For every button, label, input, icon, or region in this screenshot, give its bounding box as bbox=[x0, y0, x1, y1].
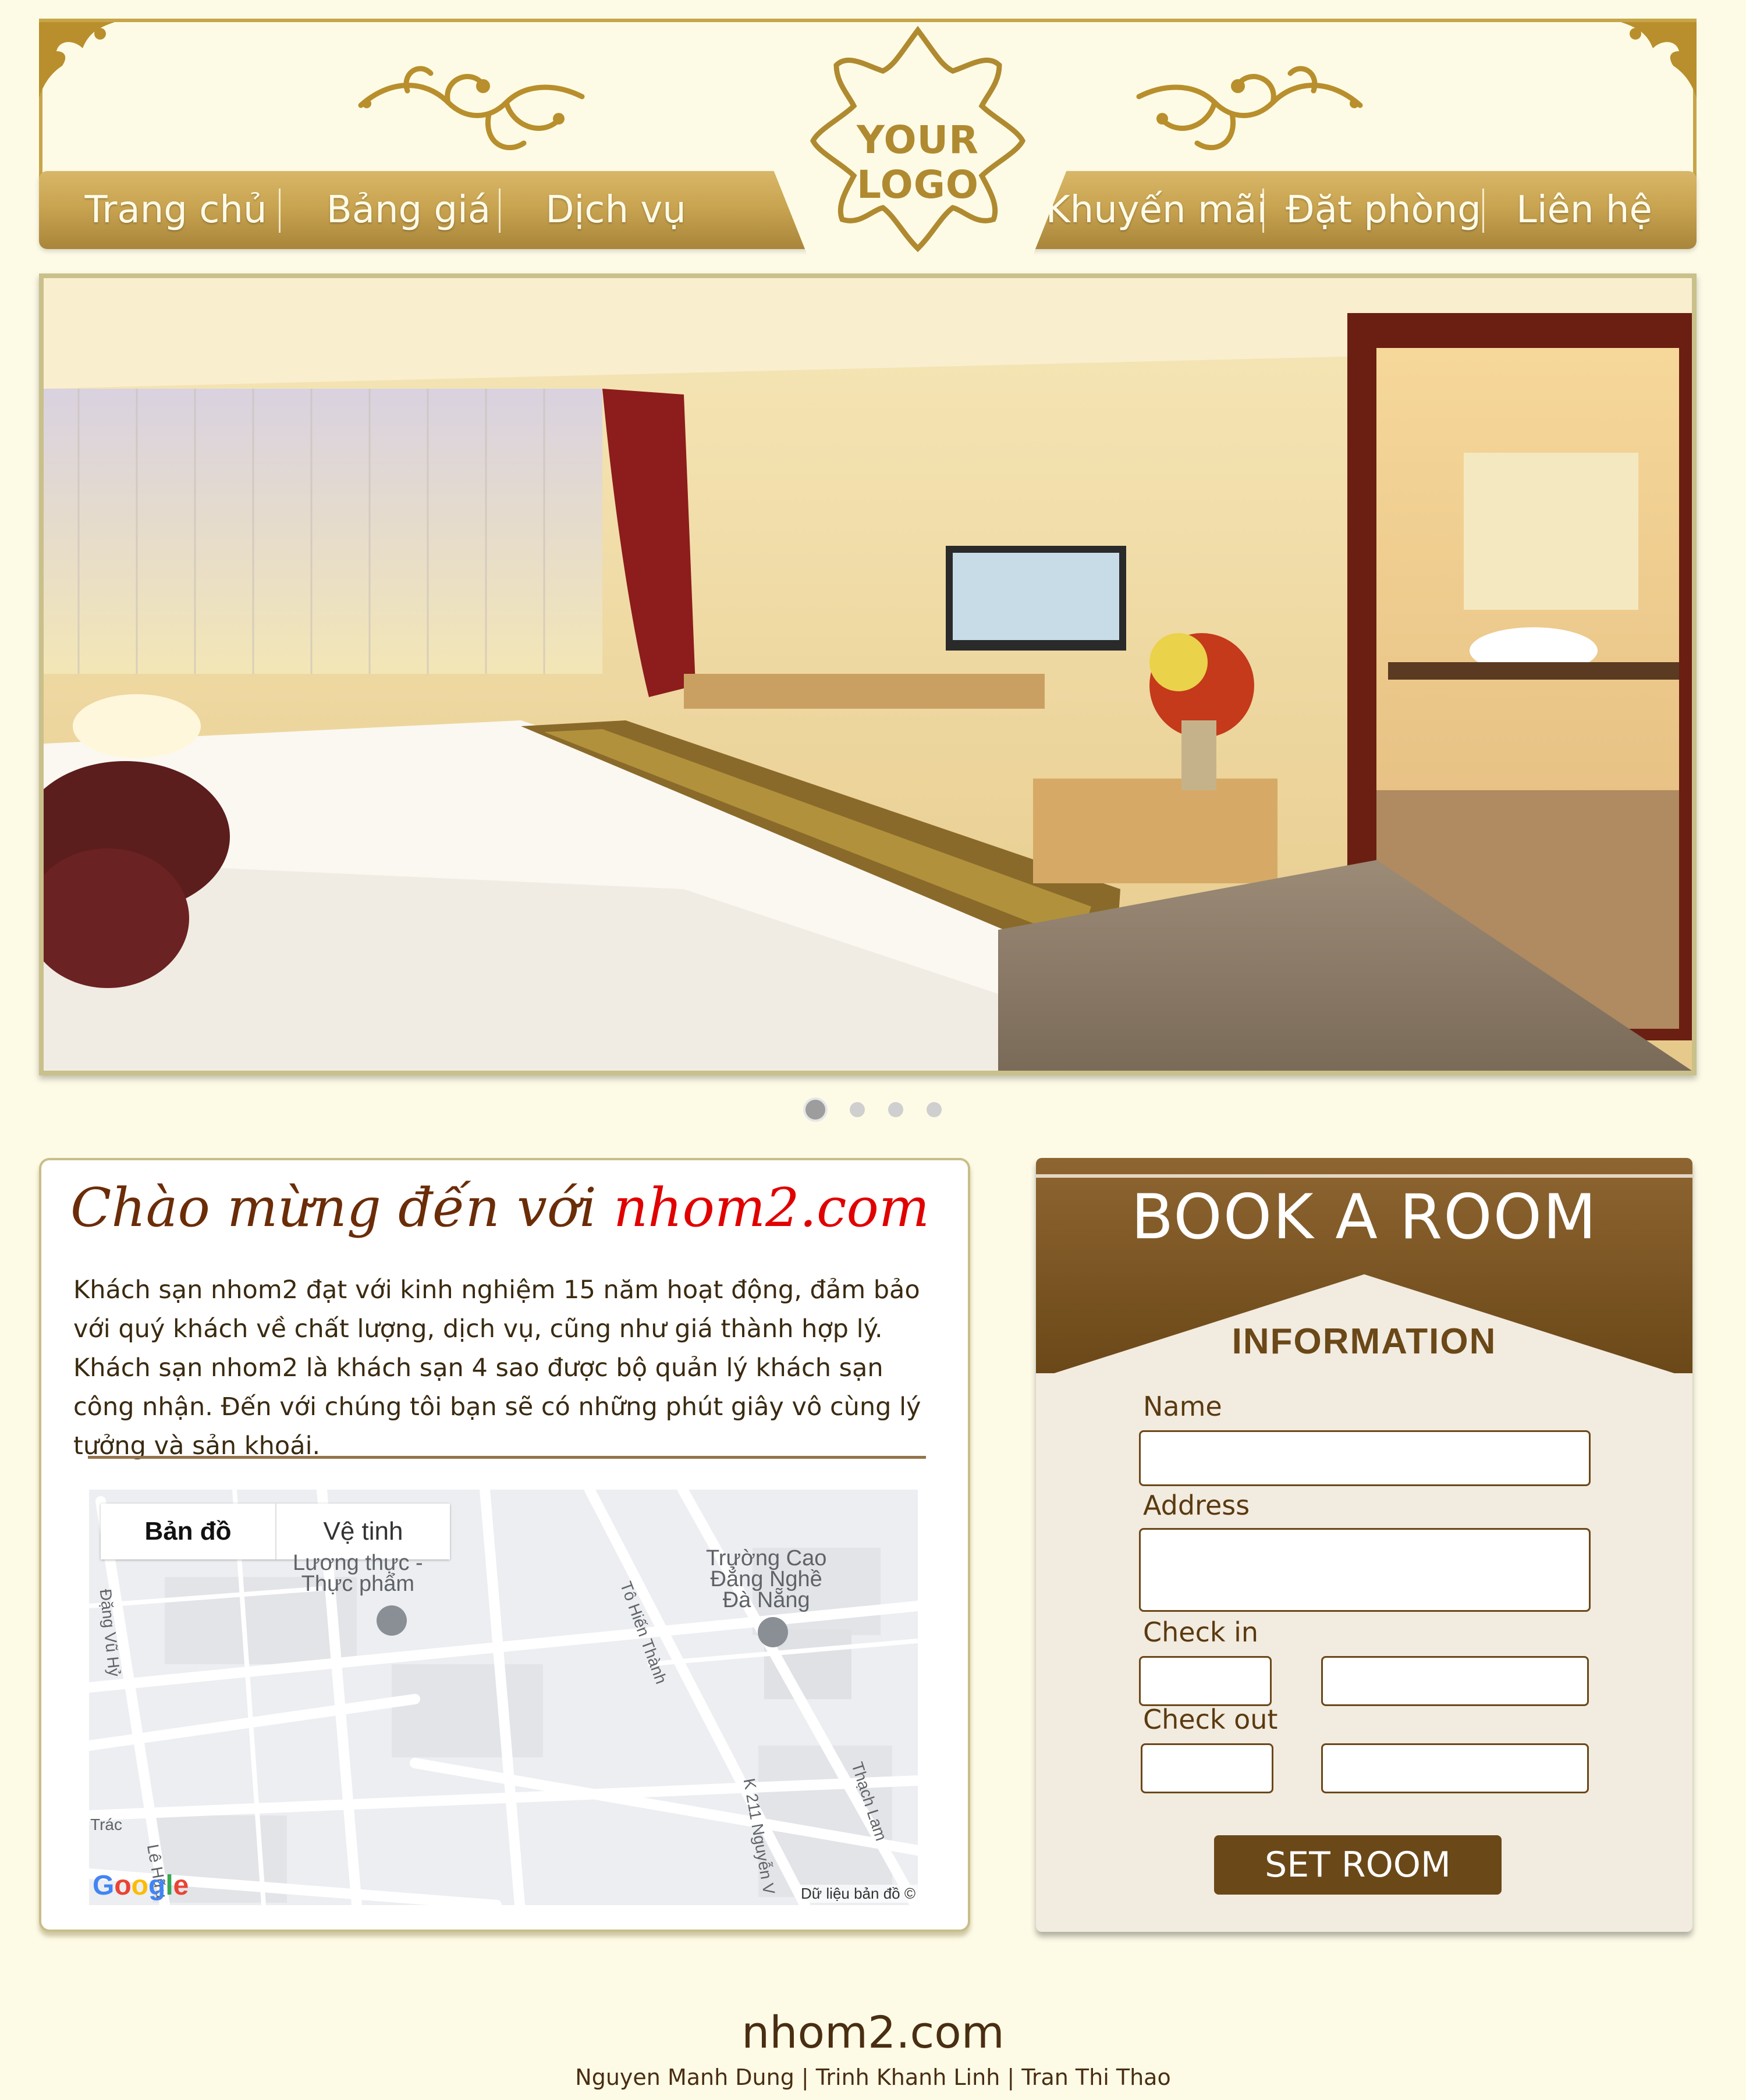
welcome-panel: Chào mừng đến với nhom2.com Khách sạn nh… bbox=[39, 1158, 970, 1932]
checkin-time-field[interactable] bbox=[1321, 1656, 1589, 1706]
welcome-title-prefix: Chào mừng đến với bbox=[70, 1177, 614, 1239]
nav-item-services[interactable]: Dịch vụ bbox=[502, 171, 729, 249]
tab-map[interactable]: Bản đồ bbox=[101, 1504, 275, 1559]
divider bbox=[88, 1456, 926, 1459]
slider-dot-1[interactable] bbox=[803, 1097, 828, 1122]
slider-dot-3[interactable] bbox=[888, 1102, 903, 1117]
slider-pagination bbox=[803, 1097, 954, 1123]
address-field[interactable] bbox=[1139, 1528, 1591, 1612]
flourish-ornament-icon bbox=[358, 66, 585, 151]
nav-item-booking[interactable]: Đặt phòng bbox=[1267, 171, 1500, 249]
nav-item-home[interactable]: Trang chủ bbox=[62, 171, 289, 249]
checkout-time-field[interactable] bbox=[1321, 1743, 1589, 1793]
nav-separator bbox=[1482, 189, 1484, 233]
welcome-paragraph: Khách sạn nhom2 là khách sạn 4 sao được … bbox=[73, 1353, 921, 1461]
map-road-label: Trác bbox=[90, 1815, 122, 1833]
map-poi-label[interactable]: Trường Cao Đẳng Nghề Đà Nẵng bbox=[706, 1547, 826, 1611]
hotel-room-photo-icon bbox=[44, 278, 1692, 1071]
welcome-title: Chào mừng đến với nhom2.com bbox=[70, 1177, 929, 1239]
name-label: Name bbox=[1143, 1391, 1222, 1422]
slider-dot-2[interactable] bbox=[850, 1102, 865, 1117]
slider-dot-4[interactable] bbox=[927, 1102, 942, 1117]
corner-ornament-icon bbox=[39, 22, 115, 98]
nav-item-pricing[interactable]: Bảng giá bbox=[283, 171, 534, 249]
hero-slider[interactable] bbox=[39, 273, 1697, 1075]
map-attribution[interactable]: Dữ liệu bản đồ © bbox=[798, 1885, 918, 1903]
welcome-title-brand: nhom2.com bbox=[613, 1177, 930, 1239]
site-header: Trang chủ Bảng giá Dịch vụ Khuyến mãi Đặ… bbox=[39, 19, 1697, 257]
corner-ornament-icon bbox=[1621, 22, 1697, 98]
flourish-ornament-icon bbox=[1136, 66, 1363, 151]
nav-separator bbox=[499, 189, 501, 233]
welcome-text: Khách sạn nhom2 đạt với kinh nghiệm 15 n… bbox=[73, 1271, 946, 1466]
booking-header-line bbox=[1036, 1174, 1692, 1178]
google-logo: Google bbox=[93, 1870, 189, 1901]
booking-subtitle: INFORMATION bbox=[1232, 1321, 1497, 1362]
address-label: Address bbox=[1143, 1490, 1250, 1521]
checkout-label: Check out bbox=[1143, 1704, 1278, 1735]
set-room-button[interactable]: SET ROOM bbox=[1214, 1835, 1502, 1895]
logo-text: YOUR LOGO bbox=[856, 118, 980, 207]
booking-title: BOOK A ROOM bbox=[1131, 1181, 1598, 1253]
checkin-label: Check in bbox=[1143, 1616, 1259, 1648]
footer-credits: Nguyen Manh Dung | Trinh Khanh Linh | Tr… bbox=[575, 2065, 1171, 2090]
embedded-map[interactable]: Bản đồ Vệ tinh Lương thực - Thực phẩm Tr… bbox=[89, 1490, 918, 1905]
welcome-paragraph: Khách sạn nhom2 đạt với kinh nghiệm 15 n… bbox=[73, 1275, 920, 1344]
booking-form: BOOK A ROOM INFORMATION Name Address Che… bbox=[1036, 1158, 1692, 1932]
nav-item-contact[interactable]: Liên hệ bbox=[1488, 171, 1680, 249]
footer-site-name: nhom2.com bbox=[741, 2006, 1005, 2058]
name-field[interactable] bbox=[1139, 1430, 1591, 1486]
checkin-date-field[interactable] bbox=[1139, 1656, 1272, 1706]
nav-separator bbox=[1262, 189, 1264, 233]
map-poi-label[interactable]: Lương thực - Thực phẩm bbox=[293, 1552, 423, 1595]
nav-separator bbox=[279, 189, 281, 233]
checkout-date-field[interactable] bbox=[1141, 1743, 1273, 1793]
